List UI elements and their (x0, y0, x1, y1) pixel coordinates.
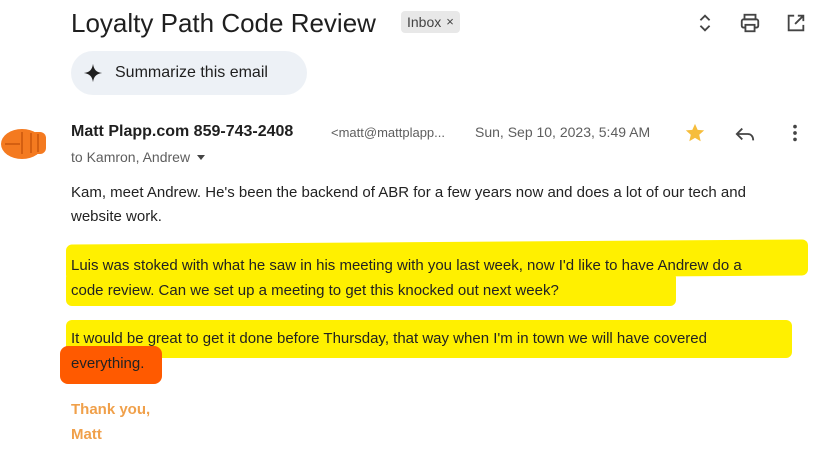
star-icon[interactable] (684, 122, 706, 144)
print-icon[interactable] (739, 12, 761, 34)
recipients-line[interactable]: to Kamron, Andrew (71, 149, 206, 165)
body-line-3: Luis was stoked with what he saw in his … (71, 257, 742, 274)
body-line-6: everything. (71, 355, 145, 372)
remove-label-icon[interactable]: × (446, 11, 454, 33)
body-line-1: Kam, meet Andrew. He's been the backend … (71, 184, 746, 201)
summarize-email-button[interactable]: Summarize this email (71, 51, 307, 95)
more-options-icon[interactable] (784, 122, 806, 144)
message-date: Sun, Sep 10, 2023, 5:49 AM (475, 124, 651, 140)
sender-email: <matt@mattplapp... (331, 125, 445, 140)
sparkle-icon (83, 63, 103, 83)
email-subject: Loyalty Path Code Review (71, 8, 376, 38)
open-in-new-window-icon[interactable] (785, 12, 807, 34)
sender-name[interactable]: Matt Plapp.com 859-743-2408 (71, 123, 293, 141)
avatar (1, 129, 46, 159)
signature-closing: Thank you, (71, 401, 151, 418)
summarize-label: Summarize this email (115, 64, 268, 81)
label-chip-inbox[interactable]: Inbox × (401, 11, 460, 33)
body-line-2: website work. (71, 208, 162, 225)
body-line-5: It would be great to get it done before … (71, 330, 707, 347)
reply-icon[interactable] (734, 124, 756, 144)
signature-name: Matt (71, 426, 102, 443)
chevron-down-icon[interactable] (196, 152, 206, 162)
recipients-text: to Kamron, Andrew (71, 149, 191, 165)
expand-collapse-icon[interactable] (694, 12, 716, 34)
body-line-4: code review. Can we set up a meeting to … (71, 282, 559, 299)
label-chip-text: Inbox (407, 14, 442, 30)
